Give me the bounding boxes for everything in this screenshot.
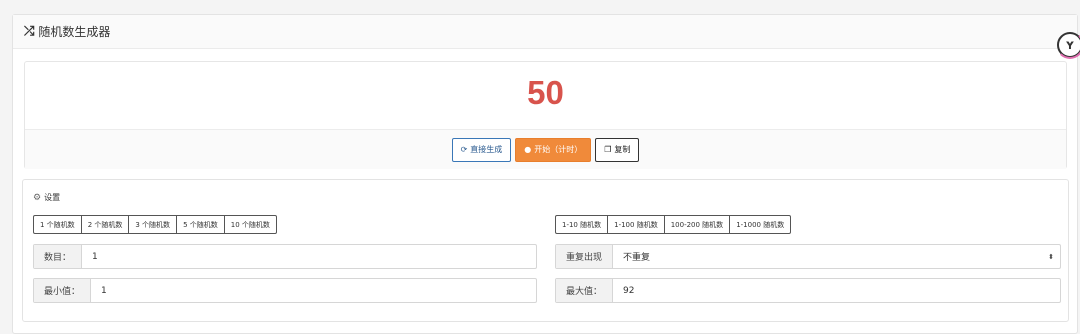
range-preset-1-10[interactable]: 1-10 随机数 bbox=[555, 215, 609, 234]
copy-icon: ❐ bbox=[604, 145, 612, 154]
user-settings-icon: ⚙ bbox=[33, 192, 42, 203]
range-preset-1-100[interactable]: 1-100 随机数 bbox=[608, 215, 665, 234]
count-preset-group: 1 个随机数 2 个随机数 3 个随机数 5 个随机数 10 个随机数 bbox=[33, 215, 277, 234]
panel-title: 随机数生成器 bbox=[38, 25, 111, 39]
settings-box: ⚙ 设置 1 个随机数 2 个随机数 3 个随机数 5 个随机数 10 个随机数… bbox=[22, 179, 1069, 322]
copy-label: 复制 bbox=[614, 145, 631, 154]
result-box: 50 ⟳ 直接生成 ● 开始（计时） ❐ 复制 bbox=[24, 61, 1067, 169]
floating-widget[interactable]: ʏ bbox=[1056, 32, 1080, 60]
range-preset-group: 1-10 随机数 1-100 随机数 100-200 随机数 1-1000 随机… bbox=[555, 215, 792, 234]
range-preset-100-200[interactable]: 100-200 随机数 bbox=[664, 215, 731, 234]
copy-button[interactable]: ❐ 复制 bbox=[595, 137, 640, 162]
min-input[interactable]: 1 bbox=[91, 279, 536, 302]
max-label: 最大值： bbox=[556, 279, 614, 302]
settings-title: ⚙ 设置 bbox=[33, 192, 60, 203]
count-label: 数目： bbox=[34, 245, 83, 268]
info-icon: ● bbox=[524, 145, 532, 154]
count-preset-3[interactable]: 3 个随机数 bbox=[129, 215, 178, 234]
repeat-select-value: 不重复 bbox=[623, 253, 651, 263]
count-preset-10[interactable]: 10 个随机数 bbox=[224, 215, 277, 234]
settings-title-label: 设置 bbox=[44, 193, 61, 202]
direct-generate-label: 直接生成 bbox=[470, 145, 503, 154]
repeat-select[interactable]: 不重复 ⬍ bbox=[613, 245, 1060, 268]
widget-icon[interactable]: ʏ bbox=[1056, 32, 1080, 59]
range-preset-1-1000[interactable]: 1-1000 随机数 bbox=[730, 215, 792, 234]
start-timer-button[interactable]: ● 开始（计时） bbox=[515, 137, 592, 162]
max-input-group: 最大值： 92 bbox=[555, 278, 1061, 303]
count-preset-2[interactable]: 2 个随机数 bbox=[81, 215, 130, 234]
count-input-group: 数目： 1 bbox=[33, 244, 537, 269]
min-input-group: 最小值： 1 bbox=[33, 278, 537, 303]
repeat-select-group: 重复出现 不重复 ⬍ bbox=[555, 244, 1061, 269]
refresh-icon: ⟳ bbox=[460, 145, 468, 154]
max-input[interactable]: 92 bbox=[613, 279, 1060, 302]
start-timer-label: 开始（计时） bbox=[534, 145, 583, 154]
min-label: 最小值： bbox=[34, 279, 92, 302]
select-arrows-icon: ⬍ bbox=[1048, 252, 1054, 261]
direct-generate-button[interactable]: ⟳ 直接生成 bbox=[451, 137, 512, 162]
count-preset-1[interactable]: 1 个随机数 bbox=[33, 215, 82, 234]
panel-header: ⤮ 随机数生成器 bbox=[13, 15, 1077, 49]
shuffle-icon: ⤮ bbox=[24, 24, 35, 39]
action-bar: ⟳ 直接生成 ● 开始（计时） ❐ 复制 bbox=[25, 129, 1066, 169]
count-preset-5[interactable]: 5 个随机数 bbox=[177, 215, 225, 234]
count-input[interactable]: 1 bbox=[82, 245, 536, 268]
result-number: 50 bbox=[527, 74, 564, 111]
repeat-label: 重复出现 bbox=[556, 245, 614, 268]
